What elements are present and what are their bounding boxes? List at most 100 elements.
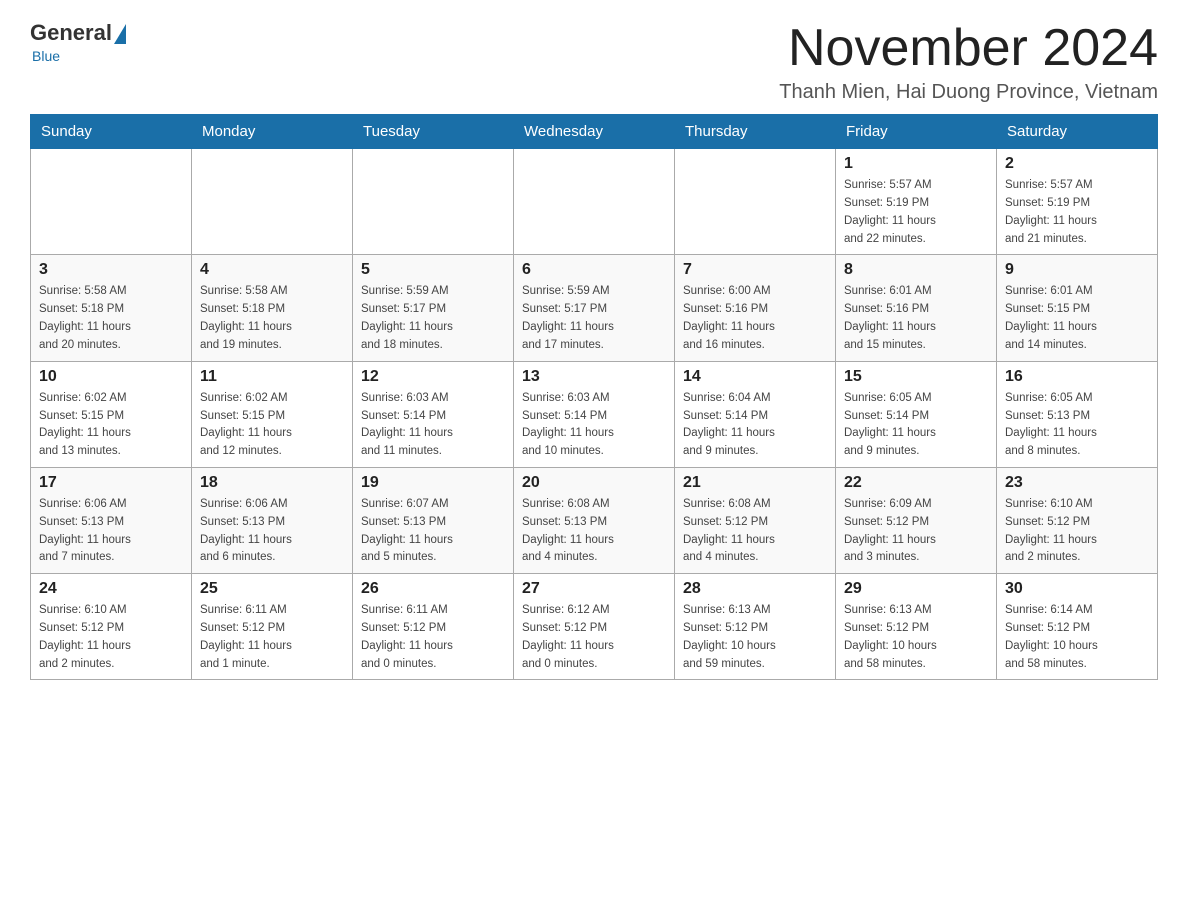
day-info: Sunrise: 6:08 AM Sunset: 5:12 PM Dayligh…: [683, 496, 827, 567]
calendar-week-3: 10 Sunrise: 6:02 AM Sunset: 5:15 PM Dayli…: [31, 361, 1158, 467]
calendar-cell: 1 Sunrise: 5:57 AM Sunset: 5:19 PM Daylig…: [836, 149, 997, 255]
day-number: 24: [39, 580, 183, 598]
calendar-cell: 4Sunrise: 5:58 AM Sunset: 5:18 PM Daylig…: [192, 255, 353, 361]
calendar-cell: 29 Sunrise: 6:13 AM Sunset: 5:12 PM Dayli…: [836, 574, 997, 680]
calendar-cell: 14 Sunrise: 6:04 AM Sunset: 5:14 PM Dayli…: [675, 361, 836, 467]
day-number: 8: [844, 261, 988, 279]
calendar-cell: 23Sunrise: 6:10 AM Sunset: 5:12 PM Dayli…: [997, 467, 1158, 573]
day-number: 29: [844, 580, 988, 598]
calendar-cell: 17 Sunrise: 6:06 AM Sunset: 5:13 PM Dayli…: [31, 467, 192, 573]
calendar-week-2: 3 Sunrise: 5:58 AM Sunset: 5:18 PM Daylig…: [31, 255, 1158, 361]
calendar-cell: 13Sunrise: 6:03 AM Sunset: 5:14 PM Dayli…: [514, 361, 675, 467]
weekday-header-sunday: Sunday: [31, 115, 192, 149]
day-info: Sunrise: 6:03 AM Sunset: 5:14 PM Dayligh…: [522, 390, 666, 461]
weekday-header-tuesday: Tuesday: [353, 115, 514, 149]
day-info: Sunrise: 5:58 AM Sunset: 5:18 PM Dayligh…: [200, 283, 344, 354]
calendar-cell: 12Sunrise: 6:03 AM Sunset: 5:14 PM Dayli…: [353, 361, 514, 467]
day-number: 3: [39, 261, 183, 279]
weekday-header-monday: Monday: [192, 115, 353, 149]
calendar-table: SundayMondayTuesdayWednesdayThursdayFrid…: [30, 114, 1158, 680]
day-info: Sunrise: 5:59 AM Sunset: 5:17 PM Dayligh…: [522, 283, 666, 354]
title-section: November 2024 Thanh Mien, Hai Duong Prov…: [779, 20, 1158, 104]
calendar-cell: 25 Sunrise: 6:11 AM Sunset: 5:12 PM Dayli…: [192, 574, 353, 680]
calendar-cell: 6 Sunrise: 5:59 AM Sunset: 5:17 PM Daylig…: [514, 255, 675, 361]
logo-triangle-icon: [114, 24, 126, 44]
calendar-cell: [192, 149, 353, 255]
day-info: Sunrise: 6:02 AM Sunset: 5:15 PM Dayligh…: [39, 390, 183, 461]
calendar-cell: 15 Sunrise: 6:05 AM Sunset: 5:14 PM Dayli…: [836, 361, 997, 467]
day-number: 28: [683, 580, 827, 598]
month-title: November 2024: [779, 20, 1158, 77]
day-number: 5: [361, 261, 505, 279]
calendar-week-4: 17 Sunrise: 6:06 AM Sunset: 5:13 PM Dayli…: [31, 467, 1158, 573]
day-info: Sunrise: 6:13 AM Sunset: 5:12 PM Dayligh…: [683, 602, 827, 673]
day-info: Sunrise: 6:02 AM Sunset: 5:15 PM Dayligh…: [200, 390, 344, 461]
day-info: Sunrise: 6:13 AM Sunset: 5:12 PM Dayligh…: [844, 602, 988, 673]
day-info: Sunrise: 5:57 AM Sunset: 5:19 PM Dayligh…: [844, 177, 988, 248]
day-number: 19: [361, 474, 505, 492]
calendar-cell: 19Sunrise: 6:07 AM Sunset: 5:13 PM Dayli…: [353, 467, 514, 573]
calendar-cell: 22 Sunrise: 6:09 AM Sunset: 5:12 PM Dayli…: [836, 467, 997, 573]
day-number: 2: [1005, 155, 1149, 173]
day-info: Sunrise: 6:04 AM Sunset: 5:14 PM Dayligh…: [683, 390, 827, 461]
weekday-header-friday: Friday: [836, 115, 997, 149]
day-number: 15: [844, 368, 988, 386]
calendar-cell: 3 Sunrise: 5:58 AM Sunset: 5:18 PM Daylig…: [31, 255, 192, 361]
calendar-cell: 9 Sunrise: 6:01 AM Sunset: 5:15 PM Daylig…: [997, 255, 1158, 361]
day-info: Sunrise: 6:06 AM Sunset: 5:13 PM Dayligh…: [39, 496, 183, 567]
calendar-cell: 16 Sunrise: 6:05 AM Sunset: 5:13 PM Dayli…: [997, 361, 1158, 467]
location-title: Thanh Mien, Hai Duong Province, Vietnam: [779, 81, 1158, 104]
day-number: 11: [200, 368, 344, 386]
day-number: 14: [683, 368, 827, 386]
day-number: 20: [522, 474, 666, 492]
day-number: 1: [844, 155, 988, 173]
calendar-cell: 10 Sunrise: 6:02 AM Sunset: 5:15 PM Dayli…: [31, 361, 192, 467]
day-number: 10: [39, 368, 183, 386]
weekday-header-row: SundayMondayTuesdayWednesdayThursdayFrid…: [31, 115, 1158, 149]
day-info: Sunrise: 5:58 AM Sunset: 5:18 PM Dayligh…: [39, 283, 183, 354]
weekday-header-saturday: Saturday: [997, 115, 1158, 149]
day-info: Sunrise: 6:10 AM Sunset: 5:12 PM Dayligh…: [39, 602, 183, 673]
day-info: Sunrise: 6:11 AM Sunset: 5:12 PM Dayligh…: [361, 602, 505, 673]
calendar-cell: [31, 149, 192, 255]
logo-subtitle: Blue: [32, 48, 60, 64]
logo: General Blue: [30, 20, 126, 64]
day-number: 17: [39, 474, 183, 492]
day-number: 6: [522, 261, 666, 279]
day-info: Sunrise: 6:09 AM Sunset: 5:12 PM Dayligh…: [844, 496, 988, 567]
calendar-cell: 24 Sunrise: 6:10 AM Sunset: 5:12 PM Dayli…: [31, 574, 192, 680]
day-number: 7: [683, 261, 827, 279]
calendar-cell: 20 Sunrise: 6:08 AM Sunset: 5:13 PM Dayli…: [514, 467, 675, 573]
day-info: Sunrise: 6:08 AM Sunset: 5:13 PM Dayligh…: [522, 496, 666, 567]
day-info: Sunrise: 6:12 AM Sunset: 5:12 PM Dayligh…: [522, 602, 666, 673]
weekday-header-thursday: Thursday: [675, 115, 836, 149]
calendar-cell: 28 Sunrise: 6:13 AM Sunset: 5:12 PM Dayli…: [675, 574, 836, 680]
calendar-cell: 18Sunrise: 6:06 AM Sunset: 5:13 PM Dayli…: [192, 467, 353, 573]
calendar-cell: 11 Sunrise: 6:02 AM Sunset: 5:15 PM Dayli…: [192, 361, 353, 467]
day-info: Sunrise: 6:05 AM Sunset: 5:13 PM Dayligh…: [1005, 390, 1149, 461]
calendar-cell: [514, 149, 675, 255]
day-info: Sunrise: 6:05 AM Sunset: 5:14 PM Dayligh…: [844, 390, 988, 461]
logo-text: General: [30, 20, 126, 46]
day-info: Sunrise: 6:06 AM Sunset: 5:13 PM Dayligh…: [200, 496, 344, 567]
logo-blue-part: [112, 24, 126, 42]
day-info: Sunrise: 6:00 AM Sunset: 5:16 PM Dayligh…: [683, 283, 827, 354]
day-info: Sunrise: 6:03 AM Sunset: 5:14 PM Dayligh…: [361, 390, 505, 461]
calendar-cell: 8Sunrise: 6:01 AM Sunset: 5:16 PM Daylig…: [836, 255, 997, 361]
day-number: 30: [1005, 580, 1149, 598]
day-number: 22: [844, 474, 988, 492]
calendar-cell: 30Sunrise: 6:14 AM Sunset: 5:12 PM Dayli…: [997, 574, 1158, 680]
day-info: Sunrise: 6:10 AM Sunset: 5:12 PM Dayligh…: [1005, 496, 1149, 567]
day-info: Sunrise: 5:59 AM Sunset: 5:17 PM Dayligh…: [361, 283, 505, 354]
day-info: Sunrise: 6:01 AM Sunset: 5:15 PM Dayligh…: [1005, 283, 1149, 354]
calendar-cell: 5 Sunrise: 5:59 AM Sunset: 5:17 PM Daylig…: [353, 255, 514, 361]
day-number: 21: [683, 474, 827, 492]
day-number: 16: [1005, 368, 1149, 386]
day-number: 9: [1005, 261, 1149, 279]
day-number: 26: [361, 580, 505, 598]
calendar-cell: [353, 149, 514, 255]
day-number: 27: [522, 580, 666, 598]
calendar-week-1: 1 Sunrise: 5:57 AM Sunset: 5:19 PM Daylig…: [31, 149, 1158, 255]
day-number: 25: [200, 580, 344, 598]
day-info: Sunrise: 6:11 AM Sunset: 5:12 PM Dayligh…: [200, 602, 344, 673]
